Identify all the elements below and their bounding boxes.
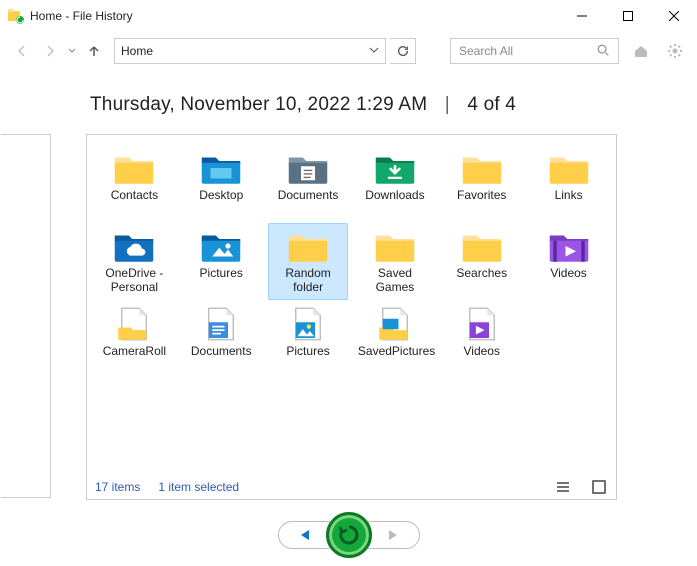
file-item[interactable]: Pictures: [181, 223, 261, 286]
file-label: Saved Games: [358, 267, 432, 295]
file-label: OneDrive - Personal: [97, 267, 171, 295]
folder-onedrive-icon: [113, 228, 155, 264]
app-icon: [8, 8, 24, 24]
snapshot-datetime: Thursday, November 10, 2022 1:29 AM: [90, 94, 427, 115]
lib-videos-icon: [461, 306, 503, 342]
file-label: Random folder: [271, 267, 345, 295]
previous-snapshot-peek[interactable]: [1, 134, 51, 498]
file-item[interactable]: SavedPictures: [355, 301, 435, 364]
file-label: CameraRoll: [97, 345, 171, 359]
folder-videos-icon: [548, 228, 590, 264]
file-label: Downloads: [358, 189, 432, 203]
up-button[interactable]: [82, 39, 106, 63]
file-item[interactable]: Random folder: [268, 223, 348, 300]
file-item[interactable]: Videos: [529, 223, 609, 286]
file-label: Links: [532, 189, 606, 203]
file-item[interactable]: Pictures: [268, 301, 348, 364]
snapshot-position: 4 of 4: [467, 94, 516, 115]
recent-button[interactable]: [66, 39, 78, 63]
home-button[interactable]: [629, 39, 653, 63]
refresh-button[interactable]: [390, 38, 416, 64]
file-item[interactable]: Searches: [442, 223, 522, 286]
toolbar: Home Search All: [0, 32, 697, 70]
lib-pictures-icon: [287, 306, 329, 342]
details-view-button[interactable]: [554, 478, 572, 496]
search-placeholder: Search All: [459, 44, 513, 58]
file-pane: Contacts Desktop Documents Downloads Favorit…: [86, 134, 617, 500]
folder-downloads-icon: [374, 150, 416, 186]
file-item[interactable]: Downloads: [355, 145, 435, 208]
file-label: Pictures: [184, 267, 258, 281]
breadcrumb-text: Home: [121, 44, 153, 58]
file-label: Documents: [184, 345, 258, 359]
folder-yellow-icon: [461, 150, 503, 186]
file-item[interactable]: CameraRoll: [94, 301, 174, 364]
file-item[interactable]: Videos: [442, 301, 522, 364]
file-item[interactable]: Desktop: [181, 145, 261, 208]
file-label: Searches: [445, 267, 519, 281]
file-label: Pictures: [271, 345, 345, 359]
folder-yellow-icon: [548, 150, 590, 186]
folder-yellow-icon: [113, 150, 155, 186]
folder-yellow-icon: [374, 228, 416, 264]
maximize-button[interactable]: [605, 0, 651, 32]
file-label: Favorites: [445, 189, 519, 203]
file-item[interactable]: Documents: [181, 301, 261, 364]
file-label: Videos: [445, 345, 519, 359]
lib-camera-icon: [113, 306, 155, 342]
playback-controls: [0, 512, 697, 558]
folder-pictures-icon: [200, 228, 242, 264]
file-item[interactable]: Favorites: [442, 145, 522, 208]
file-item[interactable]: Contacts: [94, 145, 174, 208]
search-input[interactable]: Search All: [450, 38, 619, 64]
back-button[interactable]: [10, 39, 34, 63]
titlebar: Home - File History: [0, 0, 697, 32]
chevron-down-icon[interactable]: [369, 44, 379, 58]
file-item[interactable]: OneDrive - Personal: [94, 223, 174, 300]
separator: |: [445, 94, 450, 115]
status-bar: 17 items 1 item selected: [87, 473, 616, 499]
restore-button[interactable]: [326, 512, 372, 558]
minimize-button[interactable]: [559, 0, 605, 32]
item-count: 17 items: [95, 480, 140, 494]
close-button[interactable]: [651, 0, 697, 32]
snapshot-header: Thursday, November 10, 2022 1:29 AM | 4 …: [0, 70, 697, 126]
selection-count: 1 item selected: [158, 480, 239, 494]
file-item[interactable]: Documents: [268, 145, 348, 208]
file-grid[interactable]: Contacts Desktop Documents Downloads Favorit…: [87, 135, 616, 473]
file-label: Desktop: [184, 189, 258, 203]
gear-icon[interactable]: [663, 39, 687, 63]
folder-documents-icon: [287, 150, 329, 186]
window-title: Home - File History: [30, 9, 559, 23]
address-bar[interactable]: Home: [114, 38, 386, 64]
file-label: SavedPictures: [358, 345, 432, 359]
lib-documents-icon: [200, 306, 242, 342]
folder-yellow-icon: [461, 228, 503, 264]
forward-button[interactable]: [38, 39, 62, 63]
file-label: Documents: [271, 189, 345, 203]
file-item[interactable]: Saved Games: [355, 223, 435, 300]
file-item[interactable]: Links: [529, 145, 609, 208]
icons-view-button[interactable]: [590, 478, 608, 496]
file-label: Contacts: [97, 189, 171, 203]
lib-saved-icon: [374, 306, 416, 342]
file-label: Videos: [532, 267, 606, 281]
folder-desktop-icon: [200, 150, 242, 186]
search-icon: [596, 43, 610, 60]
folder-yellow-icon: [287, 228, 329, 264]
